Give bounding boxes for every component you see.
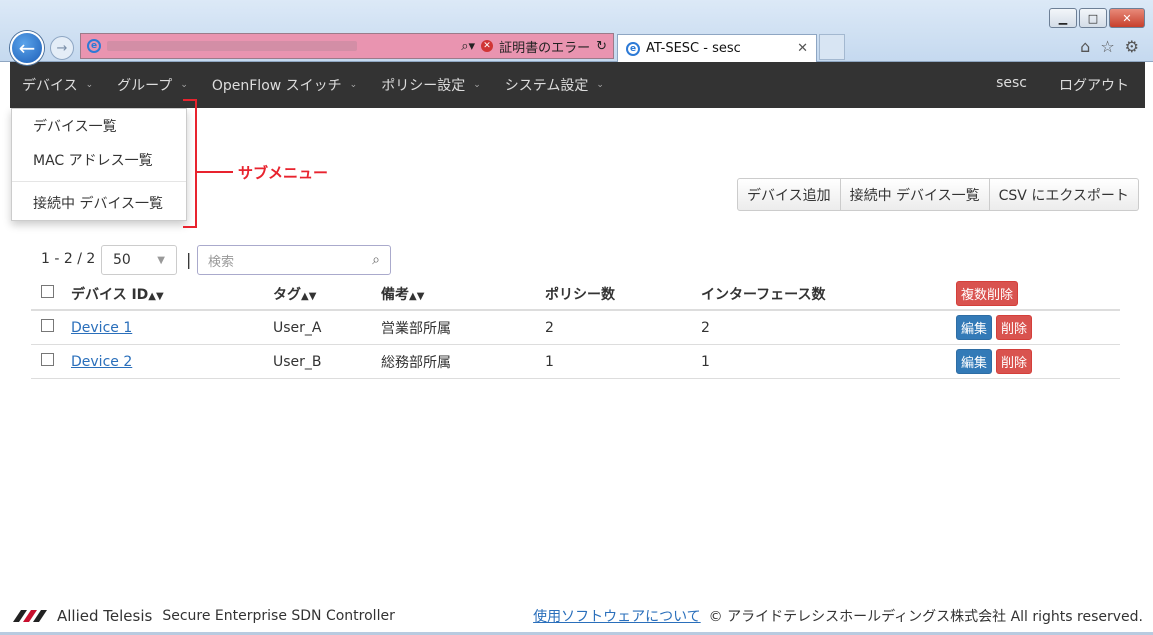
minimize-button[interactable]: ▁ [1049,8,1077,28]
sort-icon: ▲▼ [148,290,164,302]
nav-groups-label: グループ [117,78,173,94]
separator: | [186,250,192,269]
maximize-button[interactable]: □ [1079,8,1107,28]
cell-policy-count: 1 [545,353,554,370]
table-row: Device 2 User_B 総務部所属 1 1 編集 削除 [31,345,1120,379]
annotation-bracket [183,99,197,228]
close-window-button[interactable]: ✕ [1109,8,1145,28]
nav-system-label: システム設定 [504,78,589,94]
device-link[interactable]: Device 2 [71,354,132,370]
browser-tab[interactable]: e AT-SESC - sesc ✕ [617,34,817,62]
home-icon[interactable]: ⌂ [1080,37,1090,56]
tab-title: AT-SESC - sesc [646,41,741,56]
edit-button[interactable]: 編集 [956,315,993,340]
browser-chrome: ▁ □ ✕ ← → e ⌕▾ ✕ 証明書のエラー ↻ e AT-SESC - s… [0,0,1153,65]
cell-tag: User_A [273,319,322,336]
cell-interface-count: 2 [701,319,710,336]
cell-tag: User_B [273,353,322,370]
nav-policy-settings[interactable]: ポリシー設定 ⌄ [369,62,493,108]
chevron-down-icon: ⌄ [180,80,188,90]
delete-button[interactable]: 削除 [996,349,1033,374]
new-tab-button[interactable] [819,34,845,60]
page-size-value: 50 [113,252,131,268]
csv-export-button[interactable]: CSV にエクスポート [989,178,1139,211]
main-navbar: デバイス ⌄ グループ ⌄ OpenFlow スイッチ ⌄ ポリシー設定 ⌄ システム設… [10,62,1145,108]
certificate-error[interactable]: 証明書のエラー [499,37,590,56]
settings-icon[interactable]: ⚙ [1125,37,1139,56]
ie-page-icon: e [87,39,101,53]
submenu-device-list[interactable]: デバイス一覧 [12,109,186,143]
nav-devices[interactable]: デバイス ⌄ [10,62,105,108]
table-header: デバイス ID▲▼ タグ▲▼ 備考▲▼ ポリシー数 インターフェース数 複数削除 [31,278,1120,311]
logout-link[interactable]: ログアウト [1043,75,1145,95]
row-checkbox[interactable] [41,319,54,332]
footer: Allied Telesis Secure Enterprise SDN Con… [13,604,1143,628]
forward-button[interactable]: → [50,36,74,60]
window-controls: ▁ □ ✕ [1049,8,1145,28]
select-all-checkbox[interactable] [41,285,54,298]
software-info-link[interactable]: 使用ソフトウェアについて [533,606,701,626]
chevron-down-icon: ⌄ [596,80,604,90]
submenu-mac-address-list[interactable]: MAC アドレス一覧 [12,143,186,177]
product-name: Secure Enterprise SDN Controller [162,608,395,624]
table-row: Device 1 User_A 営業部所属 2 2 編集 削除 [31,311,1120,345]
brand-name: Allied Telesis [57,607,153,625]
url-redacted [107,41,357,51]
favorites-icon[interactable]: ☆ [1100,37,1114,56]
cell-interface-count: 1 [701,353,710,370]
error-icon: ✕ [481,40,494,52]
triangle-down-icon: ▼ [157,254,165,266]
connected-devices-button[interactable]: 接続中 デバイス一覧 [840,178,990,211]
submenu-divider [12,181,186,182]
header-tag-label: タグ [273,286,301,303]
cell-policy-count: 2 [545,319,554,336]
header-policy-count: ポリシー数 [545,286,615,303]
nav-devices-label: デバイス [22,78,78,94]
nav-openflow-switch[interactable]: OpenFlow スイッチ ⌄ [200,62,369,108]
brand-logo: Allied Telesis [13,607,152,625]
annotation-line [197,171,233,173]
cell-note: 総務部所属 [381,354,451,371]
paging-range: 1 - 2 / 2 [41,251,96,267]
back-button[interactable]: ← [10,31,44,65]
row-checkbox[interactable] [41,353,54,366]
search-input[interactable]: 検索 ⌕ [197,245,391,275]
address-bar[interactable]: e ⌕▾ ✕ 証明書のエラー ↻ [80,33,614,59]
header-tag[interactable]: タグ▲▼ [273,284,381,304]
nav-openflow-label: OpenFlow スイッチ [211,78,342,94]
nav-policy-label: ポリシー設定 [381,78,466,94]
search-icon[interactable]: ⌕▾ [461,39,475,54]
copyright: © アライドテレシスホールディングス株式会社 All rights reserv… [708,609,1143,625]
search-icon[interactable]: ⌕ [372,252,380,268]
refresh-icon[interactable]: ↻ [596,39,607,54]
ie-tab-icon: e [626,41,640,56]
annotation-label: サブメニュー [238,164,329,182]
cell-note: 営業部所属 [381,320,451,337]
page-size-select[interactable]: 50 ▼ [101,245,177,275]
chevron-down-icon: ⌄ [349,80,358,90]
device-table: デバイス ID▲▼ タグ▲▼ 備考▲▼ ポリシー数 インターフェース数 複数削除… [31,278,1120,379]
sort-icon: ▲▼ [409,290,425,302]
allied-telesis-logo-icon [13,610,47,622]
header-device-id[interactable]: デバイス ID▲▼ [71,284,273,304]
chevron-down-icon: ⌄ [473,80,481,90]
header-interface-count: インターフェース数 [701,286,826,303]
action-button-group: デバイス追加 接続中 デバイス一覧 CSV にエクスポート [737,178,1139,211]
search-placeholder: 検索 [208,254,235,270]
header-note-label: 備考 [381,286,409,303]
sort-icon: ▲▼ [301,290,317,302]
devices-submenu: デバイス一覧 MAC アドレス一覧 接続中 デバイス一覧 [11,108,187,221]
chevron-down-icon: ⌄ [85,80,94,90]
delete-button[interactable]: 削除 [996,315,1033,340]
edit-button[interactable]: 編集 [956,349,993,374]
header-device-id-label: デバイス ID [71,286,149,303]
add-device-button[interactable]: デバイス追加 [737,178,841,211]
header-note[interactable]: 備考▲▼ [381,284,545,304]
bulk-delete-button[interactable]: 複数削除 [956,281,1019,306]
nav-user[interactable]: sesc [980,75,1043,91]
submenu-connected-device-list[interactable]: 接続中 デバイス一覧 [12,186,186,220]
nav-system-settings[interactable]: システム設定 ⌄ [493,62,616,108]
device-link[interactable]: Device 1 [71,320,132,336]
close-tab-icon[interactable]: ✕ [797,41,808,56]
